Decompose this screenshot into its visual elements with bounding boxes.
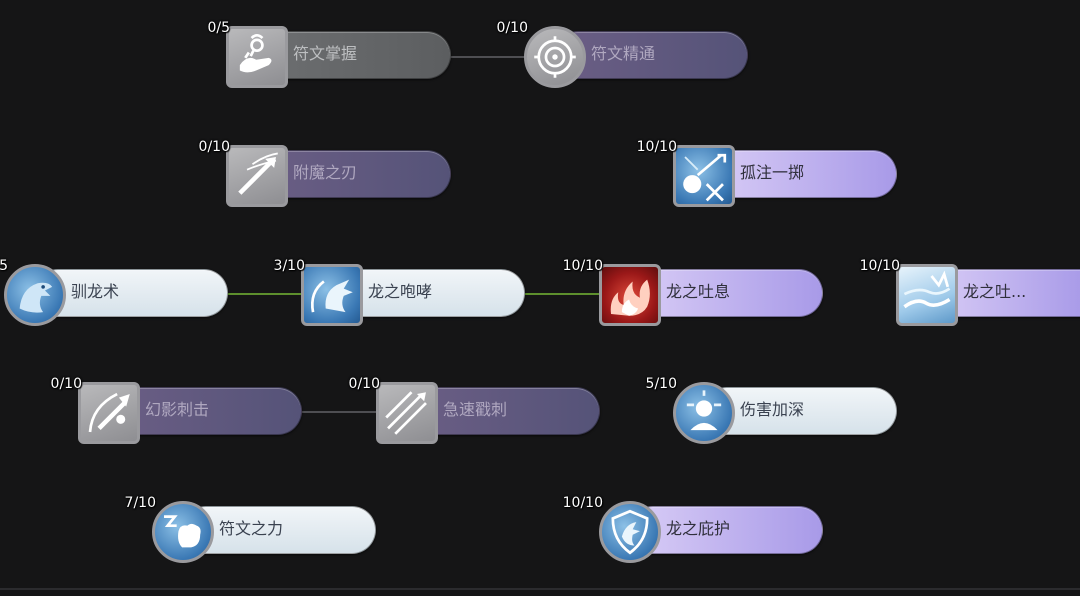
rune-target-icon [524,26,586,88]
skill-level: 7/10 [124,495,156,511]
skill-name: 龙之吐... [963,282,1027,301]
skill-level: 0/5 [207,20,230,36]
connector-taming-to-roar [226,293,304,295]
skill-level: 5/5 [0,258,8,274]
skill-level: 10/10 [636,139,677,155]
rapid-stab-icon [376,382,438,444]
fire-breath-icon [599,264,661,326]
skill-name: 孤注一掷 [740,163,805,182]
skill-name: 龙之咆哮 [368,282,433,301]
skill-name: 符文之力 [219,519,284,538]
connector-phantom-to-rapid [300,411,378,413]
skill-name: 龙之吐息 [666,282,731,301]
damage-boost-icon [673,382,735,444]
skill-name: 急速戳刺 [443,400,508,419]
dragon-roar-icon [301,264,363,326]
skill-level: 10/10 [562,495,603,511]
enchanted-spear-icon [226,145,288,207]
skill-name: 龙之庇护 [666,519,731,538]
skill-name: 幻影刺击 [145,400,210,419]
skill-level: 0/10 [348,376,380,392]
skill-level: 0/10 [50,376,82,392]
dragon-shield-icon [599,501,661,563]
skill-level: 3/10 [273,258,305,274]
connector-rune-mastery-to-expertise [450,56,526,58]
bottom-divider [0,588,1080,590]
skill-level: 5/10 [645,376,677,392]
skill-level: 10/10 [859,258,900,274]
connector-roar-to-breath [524,293,602,295]
ice-breath-icon [896,264,958,326]
throw-target-icon [673,145,735,207]
blue-dragon-icon [4,264,66,326]
phantom-strike-icon [78,382,140,444]
rune-fist-icon [152,501,214,563]
rune-hand-icon [226,26,288,88]
skill-name: 附魔之刃 [293,163,358,182]
skill-name: 符文精通 [591,44,656,63]
skill-level: 0/10 [496,20,528,36]
skill-name: 伤害加深 [740,400,805,419]
skill-name: 符文掌握 [293,44,358,63]
skill-level: 0/10 [198,139,230,155]
skill-level: 10/10 [562,258,603,274]
skill-name: 驯龙术 [71,282,120,301]
